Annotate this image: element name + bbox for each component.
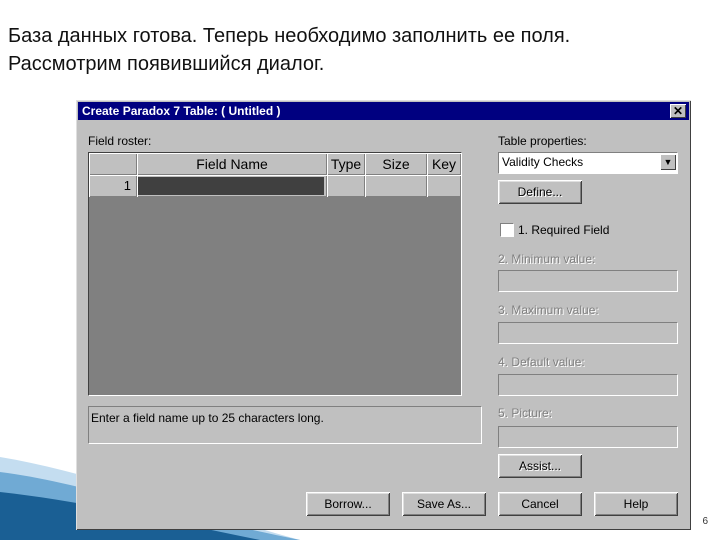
required-field-label: 1. Required Field [518, 223, 610, 237]
minimum-value-field[interactable] [498, 270, 678, 292]
maximum-value-field[interactable] [498, 322, 678, 344]
dialog-titlebar[interactable]: Create Paradox 7 Table: ( Untitled ) ✕ [78, 102, 689, 120]
dialog-title: Create Paradox 7 Table: ( Untitled ) [82, 104, 281, 118]
picture-label: 5. Picture: [498, 406, 553, 420]
slide-number: 6 [702, 516, 708, 527]
create-table-dialog: Create Paradox 7 Table: ( Untitled ) ✕ F… [76, 100, 691, 530]
help-button[interactable]: Help [594, 492, 678, 516]
key-cell[interactable] [427, 175, 461, 197]
table-properties-value: Validity Checks [502, 155, 584, 169]
field-roster-label: Field roster: [88, 134, 152, 148]
caption-line-2: Рассмотрим появившийся диалог. [8, 53, 325, 75]
type-cell[interactable] [327, 175, 365, 197]
caption-line-1: База данных готова. Теперь необходимо за… [8, 25, 571, 47]
table-properties-select[interactable]: Validity Checks ▼ [498, 152, 678, 174]
default-value-field[interactable] [498, 374, 678, 396]
minimum-value-label: 2. Minimum value: [498, 252, 596, 266]
column-header-field-name[interactable]: Field Name [137, 153, 327, 175]
save-as-button[interactable]: Save As... [402, 492, 486, 516]
cancel-button[interactable]: Cancel [498, 492, 582, 516]
picture-field[interactable] [498, 426, 678, 448]
define-button[interactable]: Define... [498, 180, 582, 204]
close-icon[interactable]: ✕ [670, 104, 686, 118]
borrow-button[interactable]: Borrow... [306, 492, 390, 516]
table-properties-label: Table properties: [498, 134, 587, 148]
grid-corner-header [89, 153, 137, 175]
assist-button[interactable]: Assist... [498, 454, 582, 478]
row-number: 1 [89, 175, 137, 197]
column-header-size[interactable]: Size [365, 153, 427, 175]
chevron-down-icon[interactable]: ▼ [660, 154, 676, 170]
column-header-type[interactable]: Type [327, 153, 365, 175]
size-cell[interactable] [365, 175, 427, 197]
maximum-value-label: 3. Maximum value: [498, 303, 599, 317]
field-roster-grid[interactable]: Field Name Type Size Key 1 [88, 152, 462, 396]
slide-caption: База данных готова. Теперь необходимо за… [8, 22, 708, 78]
default-value-label: 4. Default value: [498, 355, 585, 369]
status-message: Enter a field name up to 25 characters l… [88, 406, 482, 444]
field-name-input[interactable] [138, 177, 324, 195]
column-header-key[interactable]: Key [427, 153, 461, 175]
required-field-checkbox[interactable] [500, 223, 514, 237]
